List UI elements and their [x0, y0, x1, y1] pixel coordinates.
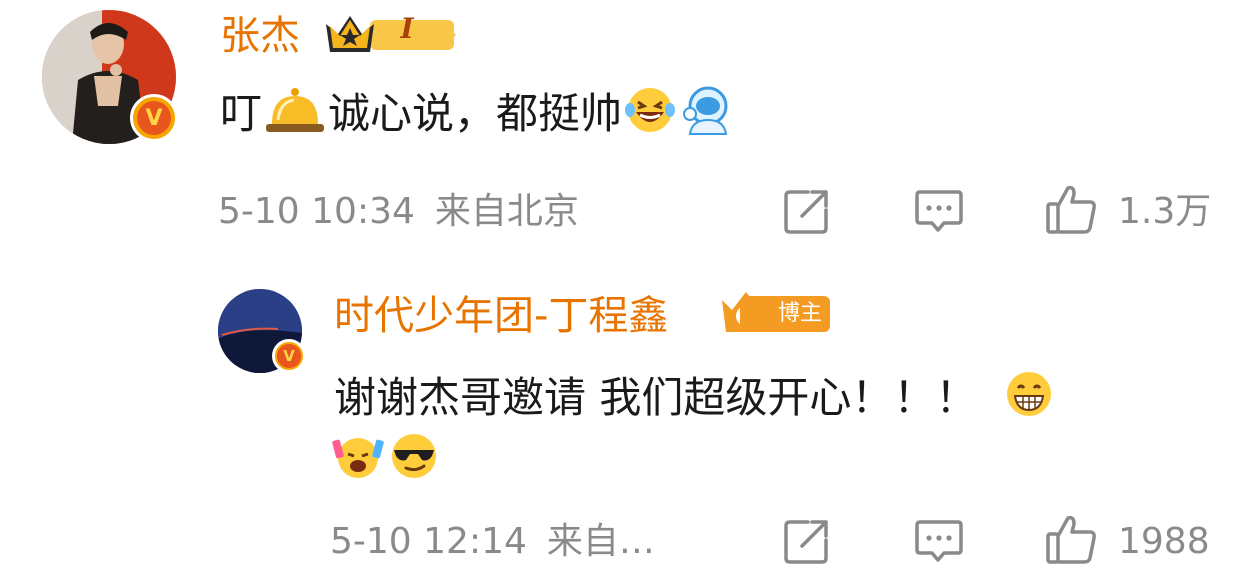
like-icon[interactable] — [1044, 182, 1098, 236]
laughing-tears-emoji — [625, 88, 676, 132]
astronaut-emoji — [683, 86, 728, 135]
reply-verified-badge: V — [272, 339, 306, 373]
reply-text-line1: 谢谢杰哥邀请 我们超级开心！！！ — [334, 373, 978, 422]
reply-emoji-row — [330, 430, 442, 482]
comment-text-part1: 叮 — [220, 89, 263, 138]
reply-location: 来自… — [546, 521, 655, 562]
reply-like-icon[interactable] — [1044, 512, 1098, 566]
reply-like-count: 1988 — [1118, 521, 1210, 562]
comment-location: 来自北京 — [434, 191, 579, 232]
comment-text: 叮 诚心说，都挺帅 — [220, 84, 734, 140]
blogger-badge: 博主 — [740, 296, 831, 332]
cool-sunglasses-emoji — [392, 434, 436, 478]
like-count: 1.3万 — [1118, 191, 1212, 232]
share-icon[interactable] — [782, 186, 832, 236]
comment-text-part2: 诚心说，都挺帅 — [328, 89, 623, 138]
reply-share-icon[interactable] — [782, 516, 832, 566]
reply-date: 5-10 12:14 — [330, 521, 527, 562]
blogger-badge-label: 博主 — [778, 301, 823, 326]
comment-thread: V 张杰 I 叮 诚心说，都挺帅 5-10 10:34 来自北京 1.3万 V … — [0, 0, 1260, 581]
grin-emoji — [1006, 372, 1051, 416]
username[interactable]: 张杰 — [220, 12, 300, 60]
reply-avatar[interactable]: V — [218, 289, 306, 373]
reply-text: 谢谢杰哥邀请 我们超级开心！！！ — [334, 368, 1057, 424]
reply-username[interactable]: 时代少年团-丁程鑫 — [334, 292, 668, 340]
bell-emoji — [266, 88, 325, 132]
level-badge: I — [400, 12, 414, 45]
comment-meta: 5-10 10:34 来自北京 — [218, 190, 579, 234]
cheering-emoji — [332, 438, 384, 478]
verified-badge: V — [130, 94, 178, 142]
comment-date: 5-10 10:34 — [218, 191, 415, 232]
comment-icon[interactable] — [914, 186, 964, 236]
crown-icon — [326, 16, 456, 52]
avatar[interactable]: V — [42, 10, 178, 144]
reply-comment-icon[interactable] — [914, 516, 964, 566]
reply-meta: 5-10 12:14 来自… — [330, 520, 655, 564]
